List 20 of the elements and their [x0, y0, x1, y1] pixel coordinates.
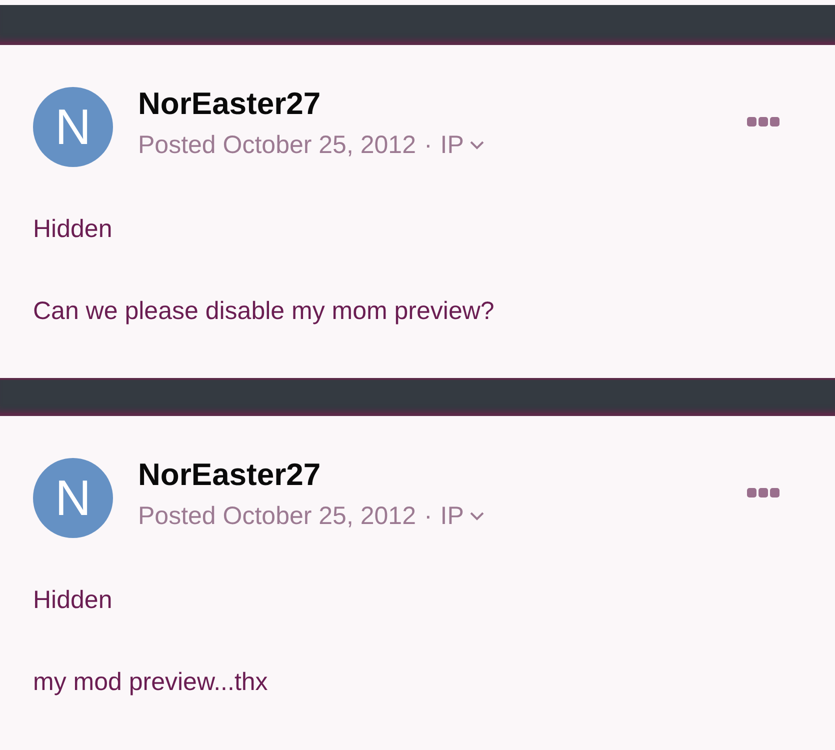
author-name: NorEaster27: [138, 85, 321, 123]
post-date: Posted October 25, 2012: [138, 131, 416, 160]
more-options-button[interactable]: [747, 117, 780, 127]
ip-dropdown[interactable]: IP: [440, 502, 484, 531]
avatar: N: [33, 458, 113, 538]
separator: ·: [424, 131, 432, 160]
avatar: N: [33, 87, 113, 167]
post-text: Can we please disable my mom preview?: [33, 296, 496, 326]
caret-icon: [470, 141, 484, 150]
caret-icon: [470, 512, 484, 521]
post-date: Posted October 25, 2012: [138, 502, 416, 531]
more-options-button[interactable]: [747, 488, 780, 498]
post-text: my mod preview...thx: [33, 667, 269, 697]
ip-dropdown[interactable]: IP: [440, 131, 484, 160]
status-label: Hidden: [33, 214, 114, 244]
status-label: Hidden: [33, 585, 114, 615]
ellipsis-icon: [747, 488, 780, 498]
ellipsis-icon: [747, 117, 780, 127]
author-name: NorEaster27: [138, 456, 321, 494]
separator: ·: [424, 502, 432, 531]
